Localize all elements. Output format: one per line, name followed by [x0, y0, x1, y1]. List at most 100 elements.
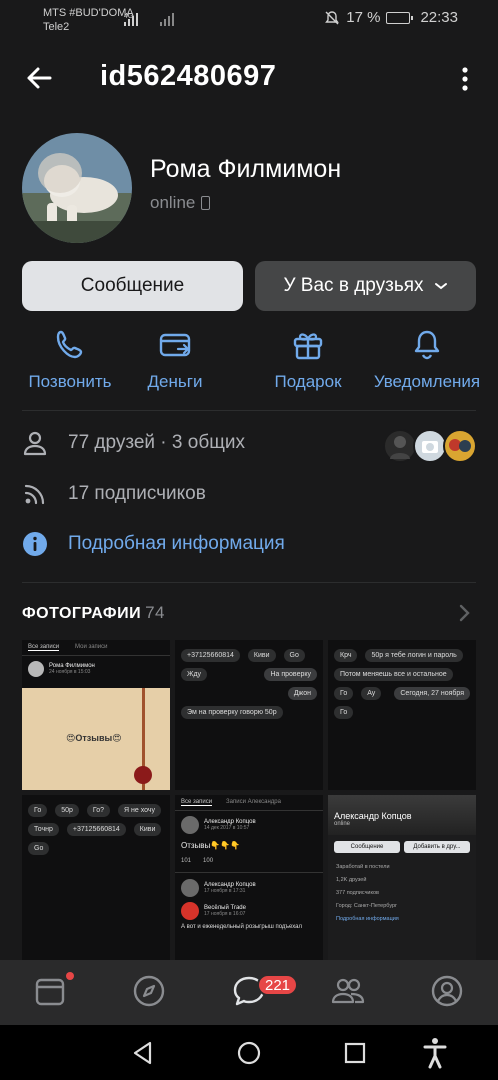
- carrier-info: MTS #BUD'DOMA Tele2: [43, 6, 134, 34]
- mutual-friend-avatar[interactable]: [383, 429, 417, 463]
- followers-row[interactable]: 17 подписчиков: [22, 481, 206, 507]
- friends-count: 77 друзей · 3 общих: [68, 432, 245, 453]
- money-transfer-icon: [159, 333, 191, 357]
- mutual-friend-image: [390, 436, 410, 459]
- chat-message: 50р я тебе логин и пароль: [365, 649, 463, 662]
- compass-icon[interactable]: [132, 974, 166, 1008]
- avatar[interactable]: [22, 133, 132, 243]
- thumb-tab: Все записи: [28, 644, 60, 651]
- mutual-friend-avatar[interactable]: [443, 429, 477, 463]
- chat-message: Сегодня, 27 ноября: [394, 687, 470, 700]
- mobile-icon: [201, 196, 211, 210]
- group-date: 17 ноября в 16:07: [204, 911, 246, 917]
- accessibility-icon[interactable]: [422, 1037, 448, 1069]
- network-type: 4G: [124, 13, 133, 20]
- photo-thumbnail[interactable]: Го 50р Го? Я не хочу Точнр +37125660814 Киви Go: [22, 795, 170, 960]
- money-label: Деньги: [147, 372, 203, 391]
- message-button[interactable]: Сообщение: [22, 261, 243, 311]
- photo-thumbnail[interactable]: Александр Копцов online Сообщение Добави…: [328, 795, 476, 960]
- thumb-profile-status: online: [334, 821, 351, 827]
- chat-message: Ау: [361, 687, 382, 700]
- notification-dot: [66, 972, 74, 980]
- chat-message: Go: [283, 649, 305, 662]
- chat-message: 50р: [55, 804, 79, 817]
- chat-message: Го: [28, 804, 48, 817]
- photos-title: ФОТОГРАФИИ: [22, 605, 142, 622]
- chat-message: Джон: [287, 687, 317, 700]
- bell-icon: [414, 330, 440, 360]
- photos-header[interactable]: ФОТОГРАФИИ 74: [22, 603, 165, 623]
- chevron-right-icon[interactable]: [458, 603, 472, 623]
- system-recents-icon[interactable]: [342, 1040, 368, 1066]
- chat-message: +37125660814: [66, 823, 126, 836]
- thumb-profile-name: Александр Копцов: [334, 811, 412, 821]
- friends-row[interactable]: 77 друзей · 3 общих: [22, 430, 245, 456]
- photo-thumbnail[interactable]: Все записи Мои записи Рома Филмимон 24 но…: [22, 640, 170, 790]
- page-title: id562480697: [100, 60, 277, 92]
- money-action[interactable]: Деньги: [115, 328, 235, 392]
- friends-icon[interactable]: [331, 974, 365, 1008]
- camera-icon: [422, 441, 438, 453]
- gift-icon: [293, 333, 323, 360]
- rss-icon: [24, 484, 45, 505]
- details-row[interactable]: Подробная информация: [22, 531, 285, 557]
- thumb-date: 14 дек 2017 в 10:57: [204, 825, 250, 831]
- chat-message: Потом меняешь все и остальное: [334, 668, 453, 681]
- user-icon: [23, 431, 47, 456]
- call-action[interactable]: Позвонить: [10, 328, 130, 392]
- system-navigation-bar: [0, 1025, 498, 1080]
- chat-message: Я не хочу: [118, 804, 162, 817]
- status-right: 17 % 22:33: [324, 9, 458, 26]
- thumb-city: Город: Санкт-Петербург: [336, 903, 398, 909]
- system-home-icon[interactable]: [236, 1040, 262, 1066]
- likes-count: 101: [181, 858, 192, 864]
- photo-thumbnail[interactable]: Крч 50р я тебе логин и пароль Потом меняеш…: [328, 640, 476, 790]
- thumb-avatar: [181, 816, 199, 834]
- thumb-friends: 1,2K друзей: [336, 877, 367, 883]
- thumb-date: 17 ноября в 17:31: [204, 888, 246, 894]
- thumb-tab: Мои записи: [75, 644, 108, 650]
- messages-badge: 221: [257, 974, 299, 996]
- post-image: 😍Отзывы😍: [22, 688, 170, 790]
- online-status: online: [150, 193, 211, 213]
- chat-message: Го: [334, 706, 354, 719]
- notifications-action[interactable]: Уведомления: [367, 328, 487, 392]
- followers-count: 17 подписчиков: [68, 483, 206, 504]
- thumb-tab: Записи Александра: [226, 799, 281, 805]
- group-avatar: [181, 902, 199, 920]
- carrier-1: MTS #BUD'DOMA: [43, 7, 134, 19]
- divider: [22, 410, 476, 411]
- photo-thumbnail[interactable]: +37125660814 Киви Go Жду На проверку Джон Эм н…: [175, 640, 323, 790]
- thumb-add-button: Добавить в дру...: [404, 841, 470, 853]
- thumb-message-button: Сообщение: [334, 841, 400, 853]
- details-link[interactable]: Подробная информация: [68, 533, 285, 555]
- divider: [22, 582, 476, 583]
- bottom-navigation: [0, 960, 498, 1025]
- top-bar: id562480697: [0, 48, 498, 108]
- mutual-friend-avatar[interactable]: [413, 429, 447, 463]
- gift-action[interactable]: Подарок: [248, 328, 368, 392]
- carrier-2: Tele2: [43, 21, 70, 33]
- post-caption: 😍Отзывы😍: [66, 733, 122, 743]
- signal-icon: 4G: [124, 13, 174, 26]
- chat-message: Го: [334, 687, 354, 700]
- thumb-work: Заработай в постели: [336, 864, 390, 870]
- chat-message: Go: [28, 842, 50, 855]
- arrow-left-icon[interactable]: [24, 63, 54, 93]
- chat-message: Жду: [181, 668, 208, 681]
- more-vertical-icon[interactable]: [455, 66, 475, 92]
- battery-percent: 17 %: [346, 9, 381, 26]
- thumb-details: Подробная информация: [336, 916, 399, 922]
- online-label: online: [150, 193, 196, 212]
- system-back-icon[interactable]: [130, 1040, 156, 1066]
- news-feed-icon[interactable]: [33, 974, 67, 1008]
- photo-thumbnail[interactable]: Все записи Записи Александра Александр К…: [175, 795, 323, 960]
- photos-grid: Все записи Мои записи Рома Филмимон 24 но…: [22, 640, 476, 960]
- phone-icon: [56, 330, 83, 359]
- mutual-friend-image: [449, 439, 471, 452]
- profile-icon[interactable]: [430, 974, 464, 1008]
- friends-button[interactable]: У Вас в друзьях: [255, 261, 476, 311]
- thumb-avatar: [28, 661, 44, 677]
- battery-icon: [386, 11, 414, 24]
- chat-message: Киви: [133, 823, 162, 836]
